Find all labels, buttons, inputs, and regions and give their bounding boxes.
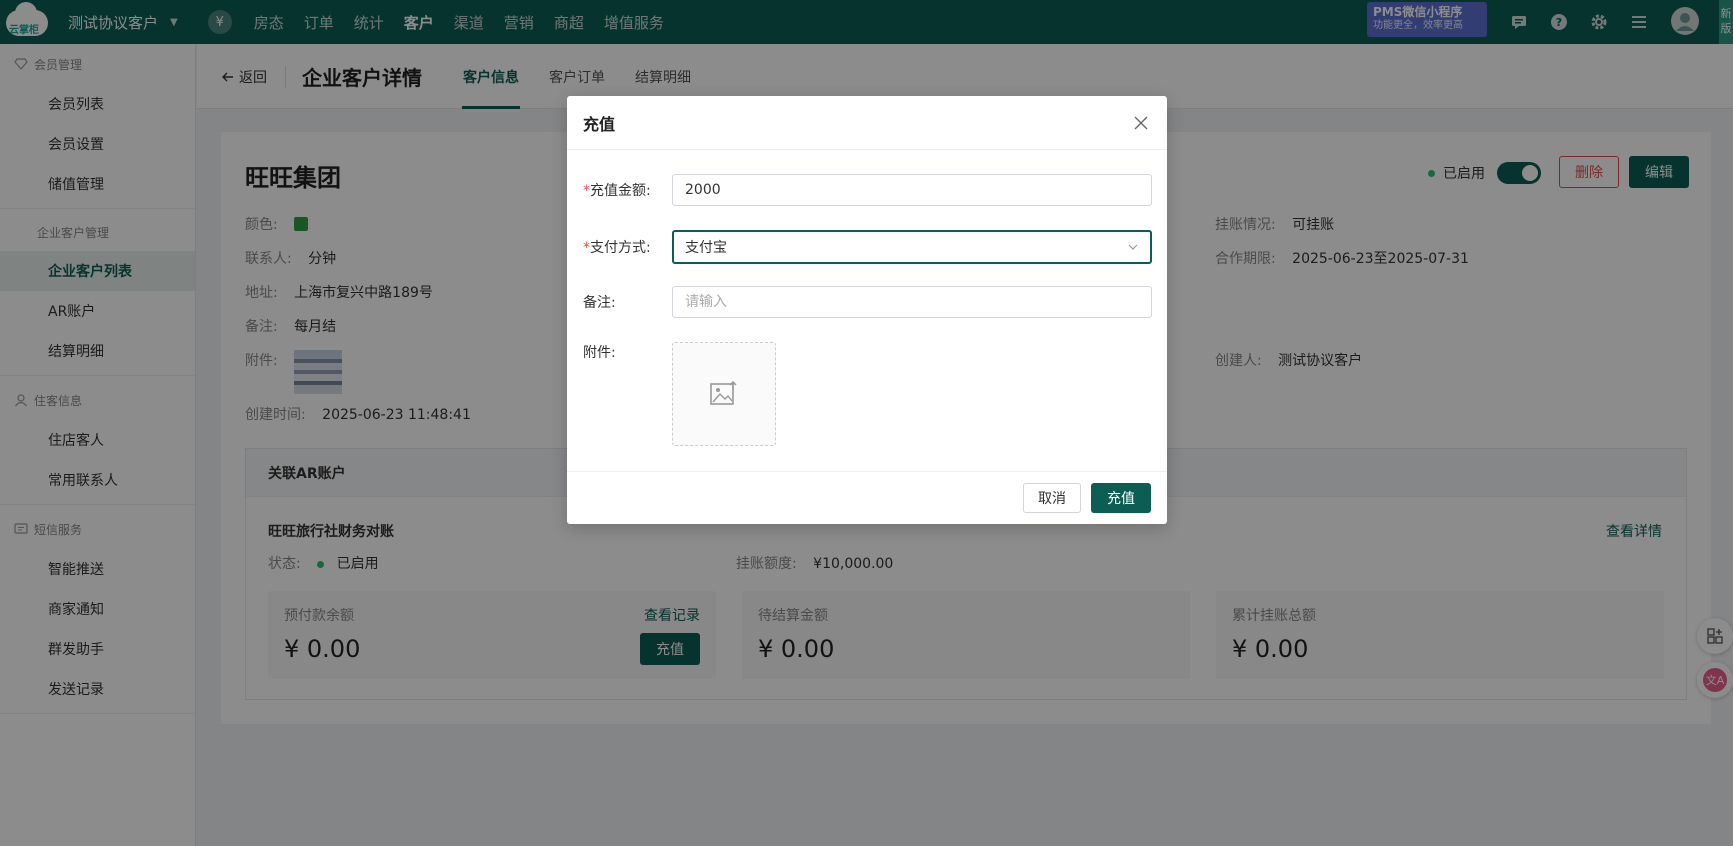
cancel-button[interactable]: 取消 [1023, 483, 1081, 513]
image-upload-area[interactable] [672, 342, 776, 446]
payment-label: *支付方式: [583, 240, 651, 256]
confirm-recharge-button[interactable]: 充值 [1091, 483, 1151, 513]
amount-row: *充值金额: [583, 174, 1152, 206]
amount-label: *充值金额: [583, 183, 651, 199]
dialog-header: 充值 [567, 96, 1167, 150]
chevron-down-icon [1128, 244, 1138, 250]
close-icon[interactable] [1133, 115, 1149, 131]
attachment-label: 附件: [583, 345, 616, 361]
note-label: 备注: [583, 295, 616, 311]
note-row: 备注: [583, 286, 1152, 318]
recharge-dialog: 充值 *充值金额: *支付方式: 支付宝 备注: 附件: 取消 充值 [567, 96, 1167, 524]
dialog-footer: 取消 充值 [567, 471, 1167, 524]
payment-method-select[interactable]: 支付宝 [672, 230, 1152, 264]
note-input[interactable] [672, 286, 1152, 318]
recharge-amount-input[interactable] [672, 174, 1152, 206]
payment-method-value: 支付宝 [685, 240, 727, 256]
logo-text: 云掌柜 [9, 25, 39, 36]
dialog-title: 充值 [583, 114, 616, 134]
image-upload-icon [710, 380, 737, 405]
attachment-row: 附件: [583, 342, 776, 446]
payment-row: *支付方式: 支付宝 [583, 230, 1152, 264]
